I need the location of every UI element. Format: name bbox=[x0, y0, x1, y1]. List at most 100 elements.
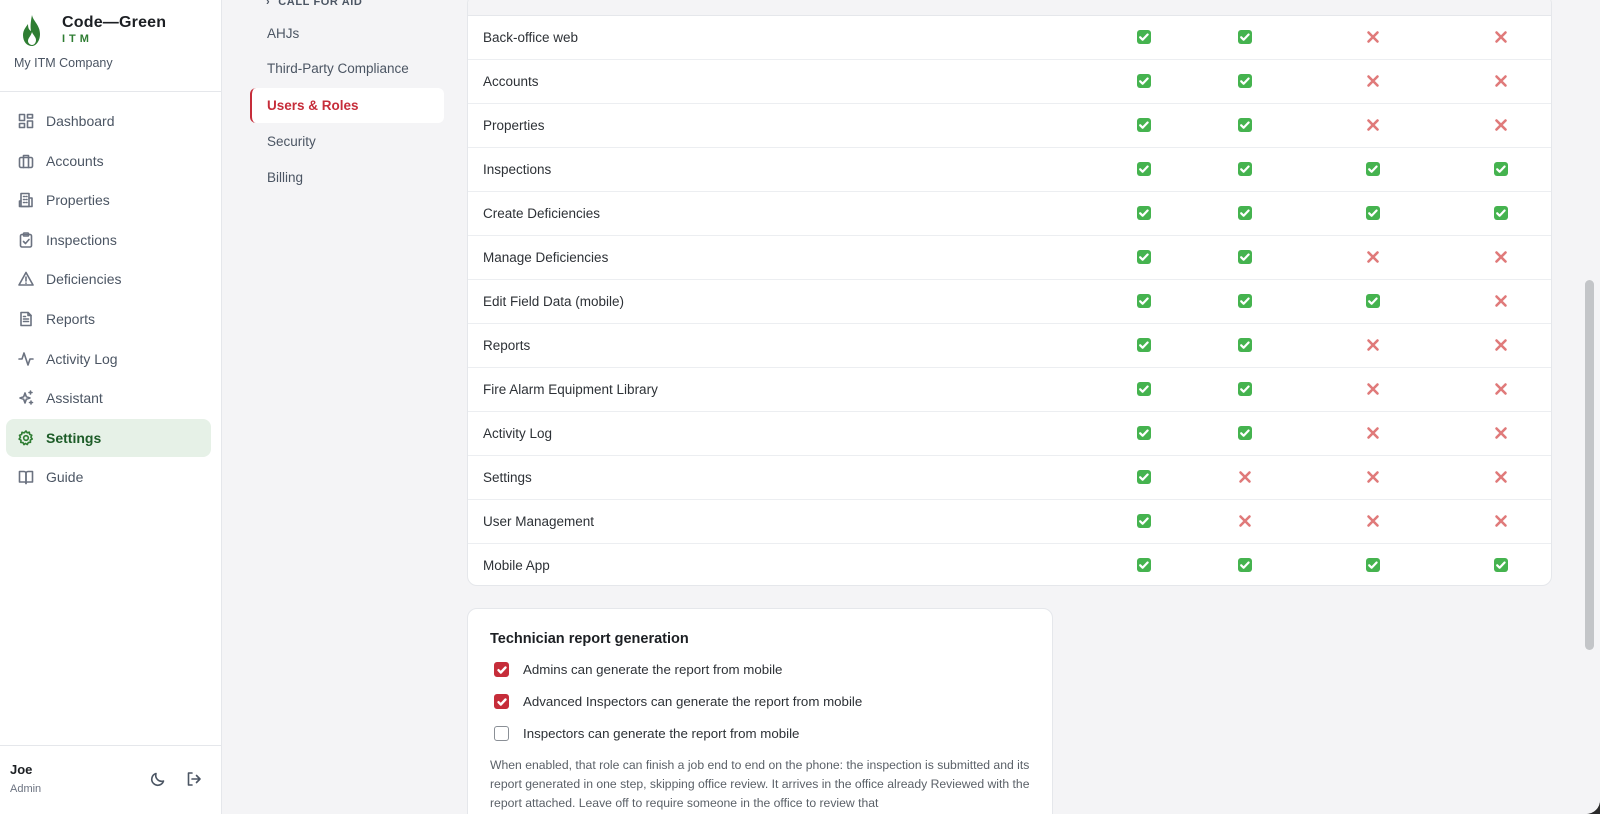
nav-item-assistant[interactable]: Assistant bbox=[6, 379, 211, 417]
gear-icon bbox=[18, 429, 33, 446]
scrollbar-thumb[interactable] bbox=[1585, 280, 1594, 650]
check-icon bbox=[1240, 253, 1250, 261]
nav-label: Deficiencies bbox=[46, 271, 122, 288]
check-icon bbox=[1240, 77, 1250, 85]
cross-icon bbox=[1495, 427, 1507, 439]
denied-cross-icon bbox=[1494, 426, 1508, 440]
allowed-check-icon bbox=[1238, 74, 1252, 88]
nav-item-settings[interactable]: Settings bbox=[6, 418, 211, 457]
logout-button[interactable] bbox=[186, 771, 204, 789]
allowed-check-icon bbox=[1366, 558, 1380, 572]
inspectors-report-option[interactable]: Inspectors can generate the report from … bbox=[494, 726, 799, 741]
cross-icon bbox=[1239, 471, 1251, 483]
cross-icon bbox=[1495, 251, 1507, 263]
user-name: Joe bbox=[10, 762, 33, 777]
check-icon bbox=[1496, 165, 1506, 173]
nav-label: Dashboard bbox=[46, 113, 115, 129]
theme-toggle-button[interactable] bbox=[150, 771, 168, 789]
briefcase-icon bbox=[18, 154, 34, 168]
admins-report-option[interactable]: Admins can generate the report from mobi… bbox=[494, 662, 782, 677]
permission-row: Properties bbox=[468, 104, 1551, 148]
cross-icon bbox=[1367, 31, 1379, 43]
nav-item-inspections[interactable]: Inspections bbox=[6, 221, 211, 259]
permission-label: Mobile App bbox=[483, 558, 550, 573]
check-icon bbox=[1240, 429, 1250, 437]
subnav-section-label: CALL FOR AID bbox=[278, 0, 363, 8]
sidebar-divider bbox=[0, 91, 221, 92]
permission-label: Back-office web bbox=[483, 30, 579, 45]
book-icon bbox=[18, 471, 34, 485]
subnav-item-billing[interactable]: Billing bbox=[250, 160, 444, 195]
subnav-item-users-roles[interactable]: Users & Roles bbox=[250, 88, 444, 123]
nav-item-dashboard[interactable]: Dashboard bbox=[6, 102, 211, 140]
app-window: Code—Green ITM My ITM Company Dashboard … bbox=[0, 0, 1600, 814]
allowed-check-icon bbox=[1137, 74, 1151, 88]
check-icon bbox=[496, 697, 507, 706]
brand-name: Code—Green bbox=[62, 14, 167, 31]
cross-icon bbox=[1495, 471, 1507, 483]
permission-label: Manage Deficiencies bbox=[483, 250, 609, 265]
permission-label: Settings bbox=[483, 470, 532, 485]
permission-label: Reports bbox=[483, 338, 531, 353]
technician-help-text: When enabled, that role can finish a job… bbox=[490, 758, 1030, 810]
page-scrollbar[interactable] bbox=[1582, 0, 1600, 814]
check-icon bbox=[1496, 209, 1506, 217]
nav-item-accounts[interactable]: Accounts bbox=[6, 142, 211, 180]
denied-cross-icon bbox=[1366, 382, 1380, 396]
check-icon bbox=[496, 665, 507, 674]
moon-icon bbox=[150, 772, 165, 787]
sparkle-icon bbox=[19, 390, 34, 405]
allowed-check-icon bbox=[1494, 558, 1508, 572]
check-icon bbox=[1139, 165, 1149, 173]
nav-label: Inspections bbox=[46, 231, 117, 248]
admins-report-checkbox[interactable] bbox=[494, 662, 509, 677]
check-icon bbox=[1368, 209, 1378, 217]
nav-item-activity-log[interactable]: Activity Log bbox=[6, 340, 211, 378]
check-icon bbox=[1139, 297, 1149, 305]
advanced-inspectors-report-checkbox[interactable] bbox=[494, 694, 509, 709]
nav-item-guide[interactable]: Guide bbox=[6, 458, 211, 496]
check-icon bbox=[1240, 561, 1250, 569]
subnav-item-third-party-compliance[interactable]: Third-Party Compliance bbox=[250, 51, 444, 86]
user-actions bbox=[150, 771, 204, 789]
allowed-check-icon bbox=[1366, 206, 1380, 220]
permission-label: User Management bbox=[483, 514, 595, 529]
permission-row: Settings bbox=[468, 456, 1551, 500]
denied-cross-icon bbox=[1494, 30, 1508, 44]
nav-label: Accounts bbox=[46, 152, 104, 169]
cross-icon bbox=[1367, 251, 1379, 263]
nav-item-properties[interactable]: Properties bbox=[6, 181, 211, 219]
nav-item-reports[interactable]: Reports bbox=[6, 300, 211, 338]
nav-item-deficiencies[interactable]: Deficiencies bbox=[6, 260, 211, 298]
allowed-check-icon bbox=[1238, 338, 1252, 352]
check-icon bbox=[1240, 33, 1250, 41]
cross-icon bbox=[1495, 515, 1507, 527]
cross-icon bbox=[1367, 383, 1379, 395]
permissions-table: Back-office web Accounts Properties Inspect… bbox=[467, 0, 1552, 586]
permission-label: Activity Log bbox=[483, 426, 553, 441]
subnav-item-security[interactable]: Security bbox=[250, 124, 444, 159]
denied-cross-icon bbox=[1494, 74, 1508, 88]
check-icon bbox=[1139, 253, 1149, 261]
permission-label: Edit Field Data (mobile) bbox=[483, 294, 625, 309]
subnav-item-ahjs[interactable]: AHJs bbox=[250, 16, 444, 51]
cross-icon bbox=[1367, 75, 1379, 87]
allowed-check-icon bbox=[1238, 382, 1252, 396]
allowed-check-icon bbox=[1137, 338, 1151, 352]
permission-row: Reports bbox=[468, 324, 1551, 368]
logout-icon bbox=[187, 772, 201, 786]
permission-row: Edit Field Data (mobile) bbox=[468, 280, 1551, 324]
cross-icon bbox=[1367, 339, 1379, 351]
brand[interactable]: Code—Green ITM bbox=[20, 14, 166, 48]
nav-label: Activity Log bbox=[46, 350, 118, 367]
subnav-section-header[interactable]: › CALL FOR AID bbox=[266, 0, 362, 8]
nav-label: Guide bbox=[46, 469, 84, 486]
advanced-inspectors-report-option[interactable]: Advanced Inspectors can generate the rep… bbox=[494, 694, 862, 709]
activity-icon bbox=[18, 351, 34, 366]
denied-cross-icon bbox=[1494, 338, 1508, 352]
permission-row: Mobile App bbox=[468, 544, 1551, 585]
denied-cross-icon bbox=[1366, 514, 1380, 528]
allowed-check-icon bbox=[1238, 250, 1252, 264]
check-icon bbox=[1240, 385, 1250, 393]
inspectors-report-checkbox[interactable] bbox=[494, 726, 509, 741]
